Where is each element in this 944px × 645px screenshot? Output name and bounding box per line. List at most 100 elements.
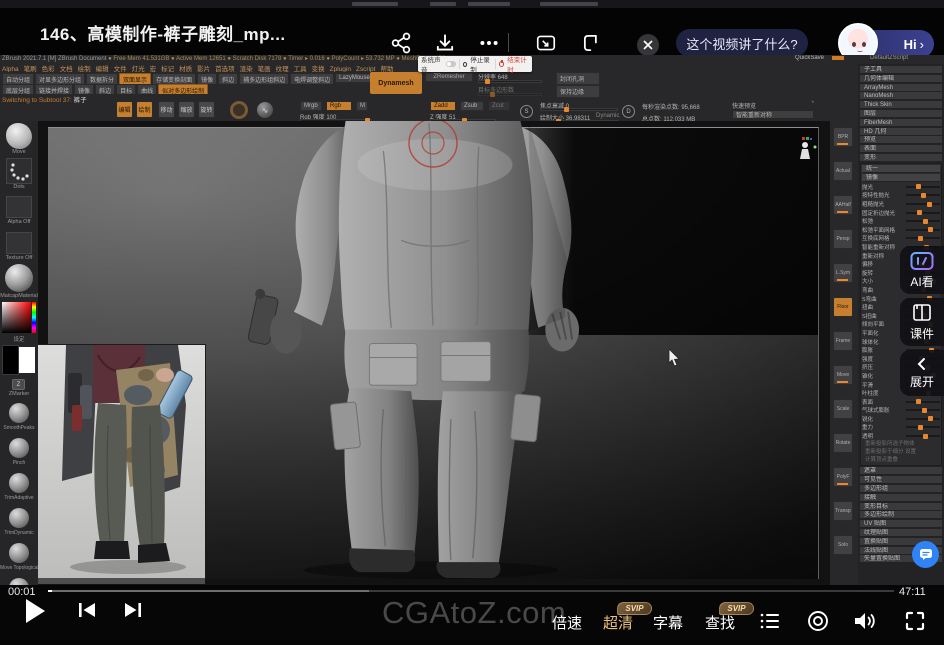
shelf-button[interactable]: 数据拆分 [86,73,118,84]
fullscreen-icon[interactable] [903,609,927,633]
alpha-thumbnail[interactable] [6,196,32,218]
shelf-button[interactable]: LazyMouse [335,73,370,83]
current-brush-icon[interactable] [230,101,248,119]
zmarker-icon[interactable]: Z [12,379,25,390]
material-thumbnail[interactable] [5,264,33,292]
secondary-color-swatch[interactable] [19,347,35,373]
tool-section[interactable]: HD 几何 [860,128,942,136]
quicksave-button[interactable]: QuickSave [795,55,824,61]
quick-brush[interactable]: SmoothPeaks [0,403,38,431]
volume-icon[interactable] [852,609,876,633]
shelf-tool-button[interactable]: Floor [833,297,853,317]
menu-item[interactable]: 文件 [114,63,127,72]
menu-item[interactable]: 帮助 [380,63,393,72]
quick-brush[interactable]: TrimDynamic [0,508,38,536]
edit-mode-button[interactable]: 编辑 [116,101,133,118]
deformation-slider[interactable]: 松弛 [862,217,940,226]
previous-episode-button[interactable] [78,602,98,618]
shelf-tool-button[interactable]: Move [833,365,853,385]
deformation-slider[interactable]: 固定折边抛光 [862,208,940,217]
panel-header[interactable]: 统一 [862,165,940,173]
dock-sidebar-icon[interactable] [581,32,603,54]
play-button[interactable] [26,599,45,623]
keep-edge-button[interactable]: 保持边缘 [556,85,600,98]
dynamesh-button[interactable]: Dynamesh [370,72,422,94]
courseware-button[interactable]: 课件 [900,298,944,346]
shelf-button[interactable]: 对显多边形分组 [35,73,85,84]
menu-item[interactable]: 纹理 [276,63,289,72]
shelf-tool-button[interactable]: Scale [833,399,853,419]
menu-item[interactable]: Zplugin [330,66,351,72]
focal-shift-slider[interactable] [540,108,618,111]
tool-section[interactable]: 图层 [860,110,942,118]
quick-brush[interactable]: Move Topological [0,543,38,571]
next-episode-button[interactable] [122,602,142,618]
playlist-icon[interactable] [758,609,782,633]
close-holes-button[interactable]: 封闭孔洞 [556,72,600,85]
deformation-slider[interactable]: 重力 [862,423,940,432]
shelf-tool-button[interactable]: BPR [833,127,853,147]
shelf-tool-button[interactable]: Actual [833,161,853,181]
shelf-tool-button[interactable]: PolyF [833,467,853,487]
menu-item[interactable]: 首选项 [215,63,235,72]
tool-section[interactable]: 变形 [860,154,942,162]
quality-button[interactable]: 超清 [603,612,633,633]
sound-toggle[interactable] [446,61,456,67]
shelf-tool-button[interactable]: Rotate [833,433,853,453]
move-mode-button[interactable]: 移动 [158,101,175,118]
ai-watch-button[interactable]: AI看 [900,246,944,294]
target-poly-slider[interactable] [478,93,542,96]
shelf-button[interactable]: 斜边 [218,73,238,84]
stroke-type-icon[interactable]: ∿ [257,102,273,118]
menu-item[interactable]: 笔画 [258,63,271,72]
tool-section[interactable]: 可见性 [860,476,942,484]
expand-button[interactable]: 展开 [900,350,944,396]
resolution-slider[interactable] [478,80,542,83]
menu-item[interactable]: 笔刷 [24,63,37,72]
menu-item[interactable]: 绘制 [78,63,91,72]
zadd-button[interactable]: Zadd [430,101,456,111]
tool-section[interactable]: FiberMesh [860,119,942,127]
deformation-slider[interactable]: 松弛平面网格 [862,226,940,235]
menu-item[interactable]: 变换 [312,63,325,72]
shelf-tool-button[interactable]: AAHalf [833,195,853,215]
progress-bar[interactable] [48,590,894,592]
menu-item[interactable]: 宏 [150,63,157,72]
deformation-slider[interactable]: 抛光 [862,183,940,192]
quick-brush[interactable]: Morph [0,578,38,585]
menu-item[interactable]: 影片 [197,63,210,72]
shelf-button[interactable]: 链接并焊接 [35,84,73,94]
hue-strip[interactable] [32,302,36,333]
menu-item[interactable]: Alpha [2,66,19,72]
m-button[interactable]: M [356,101,368,111]
menu-item[interactable]: 色彩 [42,63,55,72]
chat-bubble-button[interactable] [912,541,939,568]
shelf-button[interactable]: 镜像 [74,84,94,94]
shelf-button[interactable]: 曲线 [137,84,157,94]
menu-item[interactable]: 渲染 [240,63,253,72]
record-ring-icon[interactable] [806,609,830,633]
stroke-thumbnail[interactable] [6,158,32,184]
menu-item[interactable]: 工具 [294,63,307,72]
mrgb-button[interactable]: Mrgb [300,101,322,111]
more-icon[interactable] [478,32,500,54]
shelf-tool-button[interactable]: Persp [833,229,853,249]
deformation-slider[interactable]: 气球式膨胀 [862,406,940,415]
shelf-button[interactable]: 似对多边形绘制 [158,84,208,94]
shelf-tool-button[interactable]: Transp [833,501,853,521]
camera-up-gizmo-icon[interactable] [796,137,818,163]
deformation-slider[interactable]: 表面 [862,397,940,406]
menu-item[interactable]: 灯光 [132,63,145,72]
draw-mode-button[interactable]: 绘制 [136,101,153,118]
shelf-button[interactable]: 电焊调整斜边 [290,73,334,84]
shelf-button[interactable]: 自动分组 [2,73,34,84]
smart-resym-button[interactable]: 智能重新对称 [732,110,814,119]
screenshot-icon[interactable] [535,32,557,54]
playback-speed-button[interactable]: 倍速 [552,612,582,633]
shelf-button[interactable]: 镜像 [197,73,217,84]
download-icon[interactable] [434,32,456,54]
zcut-button[interactable]: Zcut [488,101,510,111]
menu-item[interactable]: 材质 [179,63,192,72]
shelf-button[interactable]: 底层分组 [2,84,34,94]
shelf-tool-button[interactable]: Solo [833,535,853,555]
